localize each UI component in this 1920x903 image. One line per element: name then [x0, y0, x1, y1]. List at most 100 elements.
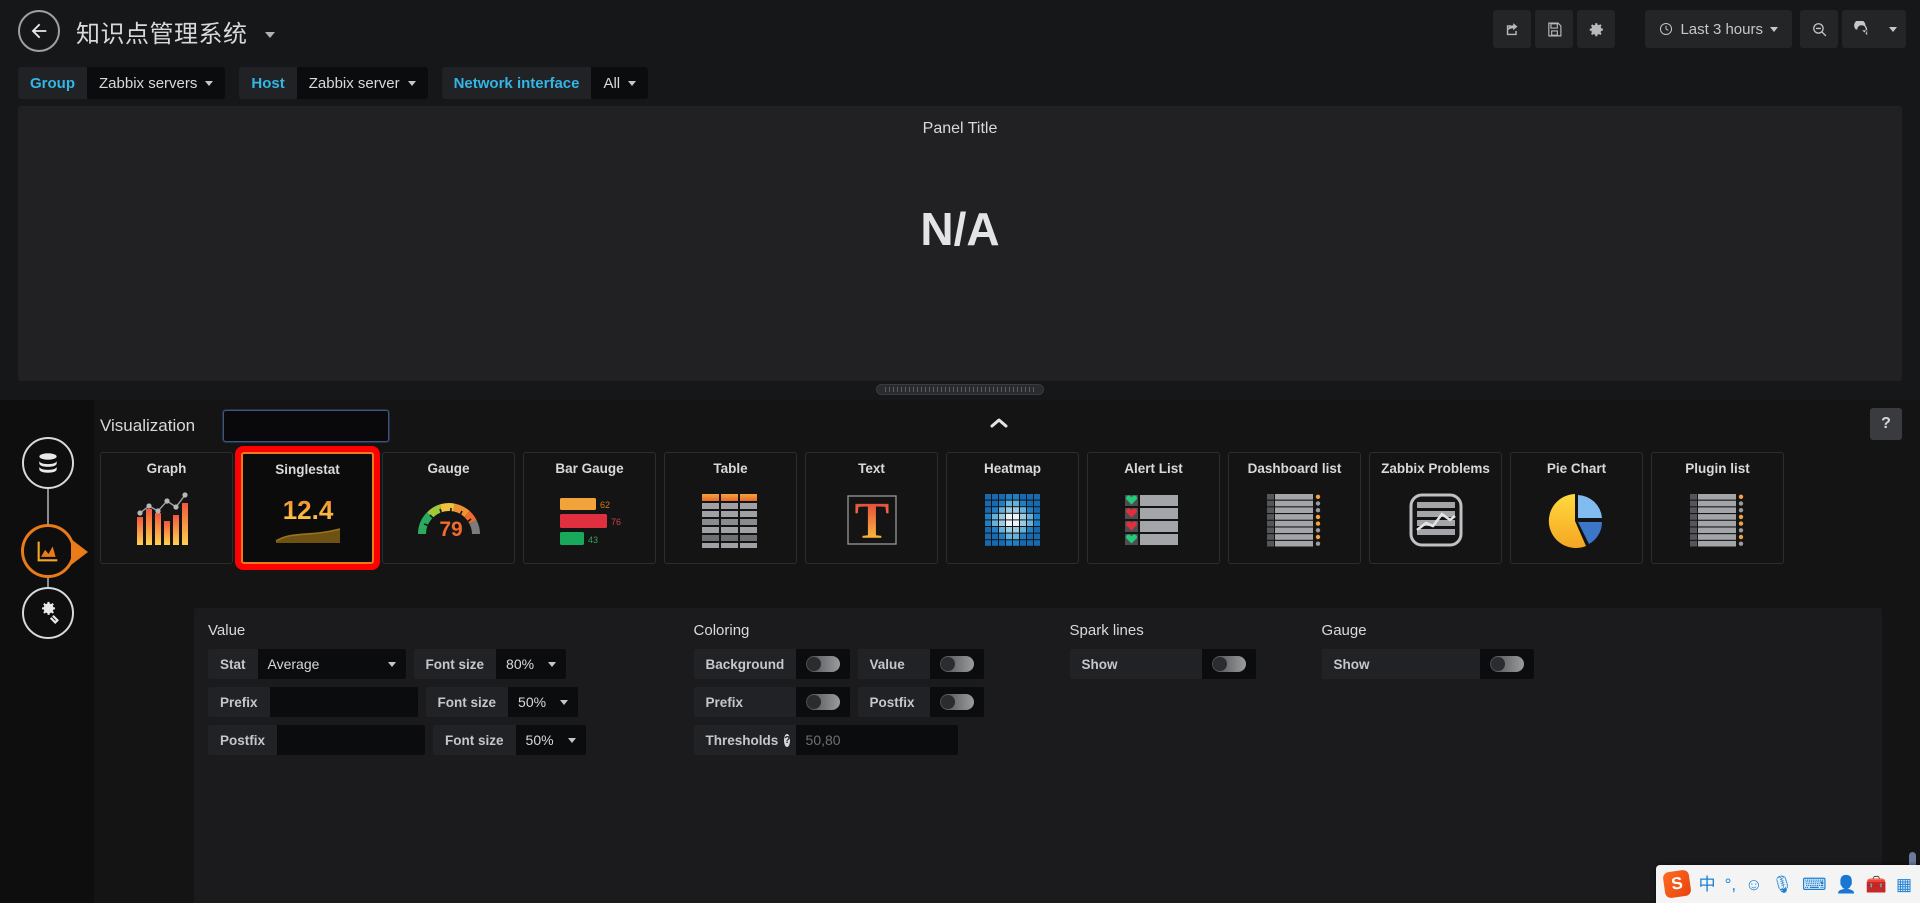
top-navbar-actions: Last 3 hours: [1493, 10, 1906, 48]
save-dashboard-button[interactable]: [1535, 10, 1574, 48]
viz-card-zabbix-problems[interactable]: Zabbix Problems: [1369, 452, 1502, 564]
refresh-interval-button[interactable]: [1880, 10, 1906, 48]
visualization-search-box[interactable]: [223, 410, 420, 442]
option-color-postfix-label: Postfix: [857, 687, 930, 717]
variable-group-dropdown[interactable]: Zabbix servers: [87, 67, 226, 99]
option-line-thresholds: Thresholds ?: [693, 725, 984, 755]
visualization-search-input[interactable]: [238, 418, 420, 434]
help-circle-icon[interactable]: ?: [784, 733, 791, 747]
viz-card-graph[interactable]: Graph: [100, 452, 233, 564]
grafana-panel-editor: 知识点管理系统 Last 3 hours Group Zabbix server…: [0, 0, 1920, 903]
zoom-out-button[interactable]: [1800, 10, 1838, 48]
gauge-icon: 79: [383, 476, 514, 563]
panel-title[interactable]: Panel Title: [18, 106, 1902, 138]
dashboard-action-group: [1493, 10, 1616, 48]
viz-card-gauge[interactable]: Gauge 79: [382, 452, 515, 564]
option-sparklines-show-toggle[interactable]: [1201, 649, 1256, 679]
variable-group: Group Zabbix servers: [18, 67, 226, 99]
dashboard-list-icon: [1229, 476, 1360, 563]
editor-tab-queries[interactable]: [22, 437, 74, 489]
area-chart-icon: [37, 541, 58, 562]
viz-card-dashboard-list[interactable]: Dashboard list: [1228, 452, 1361, 564]
option-color-postfix-toggle[interactable]: [929, 687, 984, 717]
option-prefix-fontsize-select[interactable]: 50%: [508, 687, 579, 717]
option-stat-label: Stat: [208, 649, 258, 679]
option-stat-select[interactable]: Average: [257, 649, 406, 679]
dashboard-title[interactable]: 知识点管理系统: [76, 14, 275, 49]
option-line-gauge-show: Show: [1321, 649, 1534, 679]
ime-logo-icon[interactable]: S: [1661, 869, 1692, 899]
visualization-collapse-toggle[interactable]: [989, 416, 1009, 434]
option-gauge-show: Show: [1321, 649, 1534, 679]
variable-host-dropdown[interactable]: Zabbix server: [296, 67, 428, 99]
editor-tab-general[interactable]: [22, 587, 74, 639]
viz-card-pie-chart[interactable]: Pie Chart: [1510, 452, 1643, 564]
ime-emoji-icon[interactable]: ☺: [1745, 876, 1762, 893]
ime-apps-icon[interactable]: ▦: [1896, 876, 1912, 893]
option-postfix-fontsize-label: Font size: [433, 725, 516, 755]
viz-card-heatmap[interactable]: Heatmap: [946, 452, 1079, 564]
viz-card-alert-list[interactable]: Alert List: [1087, 452, 1220, 564]
visualization-type-grid: Graph Singlestat 12.4 Gauge 79 Bar Gauge…: [94, 452, 1904, 564]
viz-card-singlestat[interactable]: Singlestat 12.4: [241, 452, 374, 564]
back-button[interactable]: [18, 10, 60, 52]
panel-preview: Panel Title N/A: [18, 106, 1902, 395]
options-section-coloring: Coloring Background Value Prefix Postfix…: [693, 622, 984, 763]
viz-card-plugin-list[interactable]: Plugin list: [1651, 452, 1784, 564]
option-color-background-label: Background: [693, 649, 796, 679]
ime-toolbar: S 中 °, ☺ 🎙 ⌨ 👤 🧰 ▦: [1655, 865, 1920, 903]
options-section-title: Value: [208, 622, 246, 639]
viz-card-table[interactable]: Table: [664, 452, 797, 564]
time-range-picker[interactable]: Last 3 hours: [1645, 10, 1792, 48]
viz-card-label: Singlestat: [275, 462, 340, 477]
option-postfix-label: Postfix: [208, 725, 278, 755]
ime-toolbox-icon[interactable]: 🧰: [1866, 876, 1887, 893]
variable-network-interface-dropdown[interactable]: All: [591, 67, 649, 99]
ime-punctuation-icon[interactable]: °,: [1725, 876, 1737, 893]
dashboard-settings-button[interactable]: [1577, 10, 1616, 48]
chevron-down-icon: [1770, 26, 1778, 32]
viz-card-bar-gauge[interactable]: Bar Gauge 62 76 43: [523, 452, 656, 564]
chevron-down-icon: [387, 661, 396, 667]
viz-card-label: Graph: [146, 461, 187, 476]
viz-card-label: Pie Chart: [1546, 461, 1607, 476]
option-postfix-fontsize-value: 50%: [525, 732, 554, 748]
option-color-background: Background: [693, 649, 850, 679]
variable-host: Host Zabbix server: [239, 67, 428, 99]
option-gauge-show-label: Show: [1321, 649, 1480, 679]
share-icon: [1506, 22, 1518, 35]
refresh-button[interactable]: [1842, 10, 1880, 48]
ime-voice-icon[interactable]: 🎙: [1771, 876, 1793, 893]
share-dashboard-button[interactable]: [1493, 10, 1532, 48]
visualization-help-button[interactable]: ?: [1870, 408, 1902, 440]
option-gauge-show-toggle[interactable]: [1479, 649, 1534, 679]
option-color-prefix-toggle[interactable]: [795, 687, 850, 717]
panel-editor: Visualization ? Graph Singlestat 12.4 Ga…: [0, 400, 1920, 903]
ime-keyboard-icon[interactable]: ⌨: [1802, 876, 1827, 893]
variable-group-value: Zabbix servers: [99, 74, 198, 92]
options-section-value: Value Stat Average Font size 80% Prefix …: [208, 622, 586, 763]
text-icon: T: [806, 476, 937, 563]
svg-text:T: T: [854, 493, 889, 548]
variable-network-interface-label: Network interface: [441, 67, 592, 99]
chevron-up-icon: [990, 418, 1008, 428]
option-color-value-toggle[interactable]: [929, 649, 984, 679]
option-stat-fontsize-select[interactable]: 80%: [496, 649, 567, 679]
option-prefix-input[interactable]: [269, 687, 418, 717]
ime-chinese-mode-icon[interactable]: 中: [1699, 876, 1716, 893]
option-color-background-toggle[interactable]: [795, 649, 850, 679]
option-postfix-input[interactable]: [277, 725, 426, 755]
viz-card-label: Bar Gauge: [555, 461, 624, 476]
panel-resize-handle[interactable]: [876, 384, 1044, 395]
panel-options-area: Value Stat Average Font size 80% Prefix …: [194, 608, 1882, 903]
viz-card-text[interactable]: Text T: [805, 452, 938, 564]
option-stat: Stat Average: [208, 649, 406, 679]
option-thresholds-input[interactable]: [795, 725, 958, 755]
viz-card-label: Gauge: [427, 461, 470, 476]
settings-wrench-icon: [42, 601, 59, 624]
chevron-down-icon: [628, 80, 637, 86]
option-postfix-fontsize-select[interactable]: 50%: [515, 725, 586, 755]
ime-user-icon[interactable]: 👤: [1836, 876, 1857, 893]
editor-tab-visualization[interactable]: [22, 525, 88, 577]
chevron-down-icon: [205, 80, 214, 86]
